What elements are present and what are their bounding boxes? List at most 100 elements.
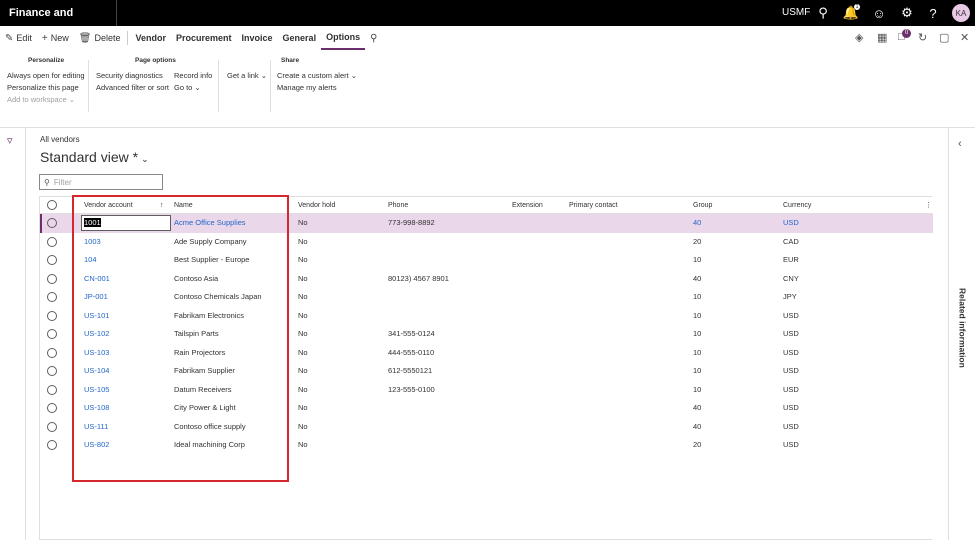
related-information-pane[interactable]: ‹ Related information [948, 128, 975, 540]
security-diagnostics-button[interactable]: Security diagnostics [96, 71, 163, 80]
vendor-currency: EUR [783, 255, 799, 264]
vendor-group: 10 [693, 329, 702, 338]
tab-invoice[interactable]: Invoice [237, 26, 278, 50]
tab-options[interactable]: Options [321, 26, 366, 50]
row-select-radio[interactable] [47, 384, 57, 395]
search-icon: ⚲ [44, 177, 50, 187]
edit-button[interactable]: ✎ Edit [0, 26, 37, 50]
select-all-radio[interactable] [47, 200, 57, 210]
row-select-radio[interactable] [47, 366, 57, 376]
options-ribbon: Personalize Always open for editing Pers… [0, 50, 975, 128]
create-custom-alert-button[interactable]: Create a custom alert ⌄ [277, 71, 357, 80]
row-select-radio[interactable] [47, 310, 57, 321]
row-select-radio[interactable] [47, 347, 57, 358]
column-header-group[interactable]: Group [693, 197, 712, 214]
vendor-hold: No [298, 347, 308, 357]
row-select-radio[interactable] [47, 236, 57, 247]
refresh-icon[interactable]: ↻ [918, 31, 927, 44]
vendor-group: 10 [693, 255, 702, 264]
tab-procurement[interactable]: Procurement [171, 26, 237, 50]
row-select-radio[interactable] [47, 329, 57, 339]
vendor-phone: 341-555-0124 [388, 329, 435, 338]
vendor-group: 10 [693, 310, 702, 320]
edit-label: Edit [16, 33, 32, 43]
vendor-group: 10 [693, 366, 702, 375]
vendor-hold: No [298, 403, 308, 412]
row-select-radio[interactable] [47, 218, 57, 228]
messages-badge: 0 [902, 29, 911, 38]
divider [218, 60, 219, 112]
manage-alerts-button[interactable]: Manage my alerts [277, 83, 337, 92]
column-header-primary-contact[interactable]: Primary contact [569, 197, 618, 214]
go-to-button[interactable]: Go to ⌄ [174, 83, 201, 92]
row-select-radio[interactable] [47, 255, 57, 265]
add-to-workspace-button[interactable]: Add to workspace ⌄ [7, 95, 75, 104]
always-open-for-editing-button[interactable]: Always open for editing [7, 71, 85, 80]
new-button[interactable]: + New [37, 26, 74, 50]
vendor-group: 40 [693, 421, 702, 431]
column-header-phone[interactable]: Phone [388, 197, 408, 214]
smiley-feedback-icon[interactable]: ☺ [866, 0, 892, 26]
row-select-radio[interactable] [47, 421, 57, 432]
page-title: Standard view * [40, 149, 139, 165]
tab-general[interactable]: General [278, 26, 322, 50]
gear-icon[interactable]: ⚙ [894, 0, 920, 26]
new-label: New [50, 33, 69, 43]
related-information-label[interactable]: Related information [949, 288, 975, 368]
action-pane: ✎ Edit + New 🗑 Delete Vendor Procurement In… [0, 26, 975, 50]
search-icon: ⚲ [370, 32, 378, 44]
bell-icon[interactable]: 🔔 [838, 0, 864, 26]
vendor-hold: No [298, 421, 308, 431]
vendor-hold: No [298, 236, 308, 246]
vendor-currency: USD [783, 310, 799, 320]
vendor-phone: 444-555-0110 [388, 347, 435, 357]
top-navigation-bar: Finance and Operations USMF ⚲ 🔔 1 ☺ ⚙ ? … [0, 0, 975, 45]
personalize-page-button[interactable]: Personalize this page [7, 83, 79, 92]
vendor-group: 20 [693, 440, 702, 449]
get-a-link-label: Get a link [227, 71, 259, 80]
column-header-vendor-hold[interactable]: Vendor hold [298, 197, 335, 214]
vendor-phone: 612-5550121 [388, 366, 433, 375]
office-icon[interactable]: ▦ [877, 31, 887, 44]
advanced-filter-button[interactable]: Advanced filter or sort [96, 83, 169, 92]
row-select-radio[interactable] [47, 292, 57, 302]
vendor-group: 10 [693, 292, 702, 301]
vendor-group[interactable]: 40 [693, 214, 701, 233]
add-to-workspace-label: Add to workspace [7, 95, 67, 104]
vendor-currency: USD [783, 440, 799, 449]
avatar[interactable]: KA [952, 4, 970, 22]
get-a-link-button[interactable]: Get a link ⌄ [227, 71, 267, 80]
column-options-icon[interactable]: ⋮ [925, 197, 932, 214]
vendor-hold: No [298, 273, 308, 283]
chevron-left-icon[interactable]: ‹ [958, 138, 962, 150]
row-select-radio[interactable] [47, 273, 57, 284]
row-select-radio[interactable] [47, 440, 57, 450]
row-selected-indicator [40, 214, 42, 233]
app-title[interactable]: Finance and Operations [0, 0, 117, 45]
vendor-hold: No [298, 218, 308, 227]
row-select-radio[interactable] [47, 403, 57, 413]
column-header-currency[interactable]: Currency [783, 197, 811, 214]
vendor-currency: CNY [783, 273, 799, 283]
popout-icon[interactable]: ▢ [939, 31, 949, 44]
company-picker[interactable]: USMF [782, 0, 810, 26]
diamond-icon[interactable]: ◈ [855, 31, 863, 44]
close-icon[interactable]: ✕ [960, 31, 969, 44]
tab-vendor[interactable]: Vendor [130, 26, 171, 50]
help-icon[interactable]: ? [920, 0, 946, 26]
vendor-currency[interactable]: USD [783, 214, 799, 233]
filter-input[interactable]: ⚲ Filter [39, 174, 163, 190]
filter-icon[interactable]: ▿ [7, 134, 13, 147]
search-icon[interactable]: ⚲ [810, 0, 836, 26]
vendor-currency: USD [783, 384, 799, 394]
vendor-phone: 80123) 4567 8901 [388, 273, 449, 283]
divider [270, 60, 271, 112]
vendor-hold: No [298, 292, 308, 301]
highlight-annotation-box [72, 195, 289, 482]
view-selector[interactable]: Standard view * ⌄ [40, 149, 149, 165]
column-header-extension[interactable]: Extension [512, 197, 543, 214]
vendor-currency: CAD [783, 236, 799, 246]
record-info-button[interactable]: Record info [174, 71, 212, 80]
search-actions-icon[interactable]: ⚲ [365, 26, 385, 50]
delete-button[interactable]: 🗑 Delete [74, 26, 126, 50]
